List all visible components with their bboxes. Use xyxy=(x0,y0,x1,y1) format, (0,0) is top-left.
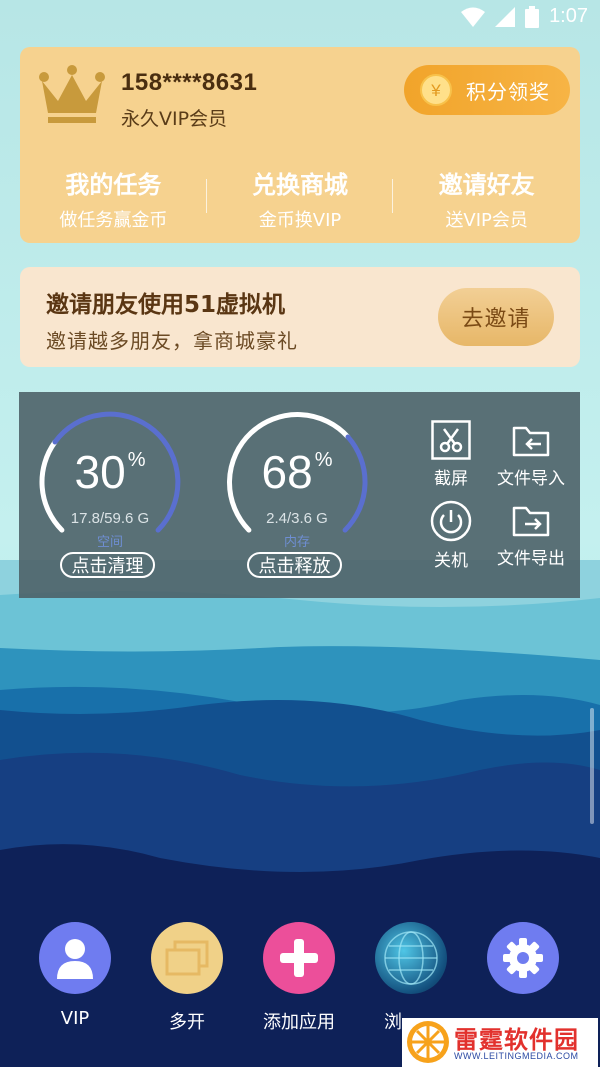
user-icon xyxy=(57,939,93,979)
dock-settings[interactable] xyxy=(468,922,578,1008)
link-title: 我的任务 xyxy=(65,171,162,199)
my-tasks-link[interactable]: 我的任务 做任务赢金币 xyxy=(20,165,207,232)
points-reward-label: 积分领奖 xyxy=(466,79,550,104)
storage-size: 17.8/59.6 G xyxy=(70,510,150,527)
invite-title: 邀请朋友使用51虚拟机 xyxy=(46,292,286,318)
coin-icon: ¥ xyxy=(420,74,452,106)
screenshot-scissors-icon xyxy=(431,420,471,460)
storage-label: 空间 xyxy=(96,535,123,550)
memory-label: 内存 xyxy=(283,535,310,550)
power-icon xyxy=(430,500,472,542)
go-invite-button[interactable]: 去邀请 xyxy=(438,288,554,346)
link-subtitle: 送VIP会员 xyxy=(445,210,528,231)
dock-label: 添加应用 xyxy=(263,1012,335,1033)
folder-export-icon xyxy=(512,506,550,537)
dock-icon-circle xyxy=(151,922,223,994)
watermark-name: 雷霆软件园 xyxy=(454,1026,579,1054)
svg-text:¥: ¥ xyxy=(430,81,441,100)
storage-percent: 30% xyxy=(74,446,146,498)
scroll-indicator[interactable] xyxy=(590,708,594,824)
tool-label: 关机 xyxy=(434,551,468,571)
link-title: 邀请好友 xyxy=(438,171,535,199)
user-phone: 158****8631 xyxy=(121,69,258,96)
status-bar: 1:07 xyxy=(0,0,600,36)
dock-label: VIP xyxy=(60,1008,90,1029)
status-time: 1:07 xyxy=(549,5,588,27)
vip-card: 158****8631 永久VIP会员 ¥ 积分领奖 我的任务 做任务赢金币 兑… xyxy=(20,47,580,243)
dock-add-app[interactable]: 添加应用 xyxy=(244,922,354,1034)
dock-icon-circle xyxy=(487,922,559,994)
file-export-tool[interactable]: 文件导出 xyxy=(491,500,571,569)
points-reward-button[interactable]: ¥ 积分领奖 xyxy=(404,65,570,115)
globe-icon xyxy=(384,931,438,985)
gear-icon xyxy=(503,938,543,978)
orange-logo-icon xyxy=(407,1021,449,1063)
file-import-tool[interactable]: 文件导入 xyxy=(491,420,571,489)
memory-size: 2.4/3.6 G xyxy=(266,510,328,527)
memory-gauge: 68% 2.4/3.6 G 内存 xyxy=(222,407,372,567)
clean-button[interactable]: 点击清理 xyxy=(60,552,155,578)
crown-icon xyxy=(39,65,105,123)
member-status: 永久VIP会员 xyxy=(121,108,228,130)
tool-label: 截屏 xyxy=(434,469,468,489)
screenshot-tool[interactable]: 截屏 xyxy=(411,420,491,489)
link-subtitle: 做任务赢金币 xyxy=(59,210,168,231)
invite-banner[interactable]: 邀请朋友使用51虚拟机 邀请越多朋友，拿商城豪礼 去邀请 xyxy=(20,267,580,367)
windows-stack-icon xyxy=(165,940,209,976)
tool-label: 文件导入 xyxy=(497,469,565,489)
signal-icon xyxy=(495,6,516,27)
plus-icon xyxy=(280,939,318,977)
dock-multi-open[interactable]: 多开 xyxy=(132,922,242,1034)
memory-percent: 68% xyxy=(261,446,333,498)
dock-icon-circle xyxy=(39,922,111,994)
wifi-icon xyxy=(461,7,486,27)
tool-label: 文件导出 xyxy=(497,549,565,569)
battery-icon xyxy=(525,5,540,28)
dock-icon-circle xyxy=(263,922,335,994)
dock-icon-circle xyxy=(375,922,447,994)
folder-import-icon xyxy=(512,426,550,457)
dock-label: 多开 xyxy=(169,1012,205,1033)
invite-friends-link[interactable]: 邀请好友 送VIP会员 xyxy=(393,165,580,232)
watermark-url: WWW.LEITINGMEDIA.COM xyxy=(454,1051,579,1061)
link-title: 兑换商城 xyxy=(252,171,348,199)
link-subtitle: 金币换VIP xyxy=(258,210,342,231)
storage-gauge: 30% 17.8/59.6 G 空间 xyxy=(35,407,185,567)
exchange-mall-link[interactable]: 兑换商城 金币换VIP xyxy=(207,165,394,232)
watermark: 雷霆软件园 WWW.LEITINGMEDIA.COM xyxy=(402,1018,598,1067)
shutdown-tool[interactable]: 关机 xyxy=(411,500,491,571)
dock-vip[interactable]: VIP xyxy=(20,922,130,1029)
invite-subtitle: 邀请越多朋友，拿商城豪礼 xyxy=(46,329,298,353)
device-monitor-panel: 30% 17.8/59.6 G 空间 点击清理 68% 2.4/3.6 G 内存… xyxy=(19,392,580,598)
release-button[interactable]: 点击释放 xyxy=(247,552,342,578)
